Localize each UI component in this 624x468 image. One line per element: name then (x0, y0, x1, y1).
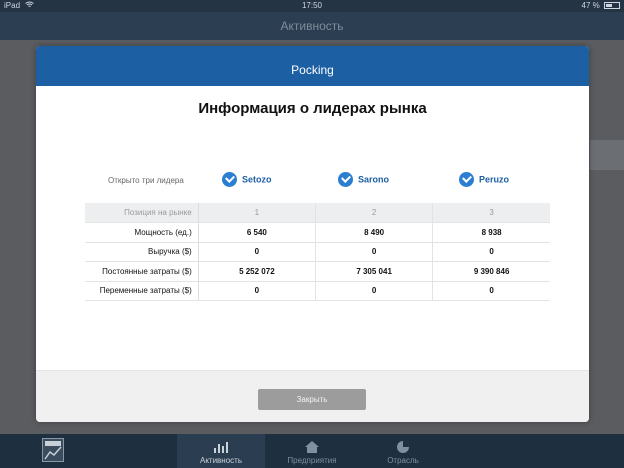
row-label: Постоянные затраты ($) (85, 261, 199, 282)
leader-peruzo: Peruzo (459, 172, 509, 190)
modal-header-title: Pocking (291, 63, 334, 77)
tab-label: Отрасль (387, 456, 419, 465)
table-cell: 0 (432, 281, 550, 301)
modal-footer: Закрыть (36, 370, 589, 422)
table-row: Мощность (ед.) 6 540 8 490 8 938 (85, 222, 550, 243)
check-icon (222, 172, 237, 187)
leader-setozo: Setozo (222, 172, 272, 190)
pie-chart-icon (394, 440, 412, 454)
house-icon (303, 440, 321, 454)
table-cell: 0 (198, 242, 316, 262)
check-icon (459, 172, 474, 187)
position-3: 3 (432, 203, 550, 223)
table-cell: 8 938 (432, 222, 550, 243)
table-row: Выручка ($) 0 0 0 (85, 242, 550, 262)
table-cell: 0 (314, 242, 433, 262)
tab-enterprises[interactable]: Предприятия (268, 434, 356, 468)
table-row: Постоянные затраты ($) 5 252 072 7 305 0… (85, 261, 550, 282)
tab-label: Предприятия (287, 456, 337, 465)
leader-name: Setozo (242, 174, 272, 185)
table-cell: 0 (432, 242, 550, 262)
modal-header: Pocking (36, 46, 589, 86)
battery-percent: 47 % (581, 1, 600, 10)
check-icon (338, 172, 353, 187)
table-cell: 5 252 072 (198, 261, 316, 282)
bar-chart-icon (212, 440, 230, 454)
nav-title: Активность (280, 19, 344, 33)
modal-title: Информация о лидерах рынка (198, 100, 427, 117)
tab-industry[interactable]: Отрасль (359, 434, 447, 468)
table-row: Переменные затраты ($) 0 0 0 (85, 281, 550, 301)
tab-activity[interactable]: Активность (177, 434, 265, 468)
leaders-info-modal: Pocking Информация о лидерах рынка Откры… (36, 46, 589, 422)
table-cell: 6 540 (198, 222, 316, 243)
close-button[interactable]: Закрыть (258, 389, 366, 410)
leader-name: Sarono (358, 174, 390, 185)
app-logo-icon (42, 438, 64, 462)
leaders-row: Открыто три лидера Setozo Sarono Peruzo (36, 171, 589, 191)
row-label: Мощность (ед.) (85, 222, 199, 243)
header-label: Позиция на рынке (85, 203, 199, 223)
background-panel-edge (590, 140, 624, 170)
row-label: Выручка ($) (85, 242, 199, 262)
table-cell: 8 490 (314, 222, 433, 243)
row-label: Переменные затраты ($) (85, 281, 199, 301)
battery-icon (604, 2, 620, 9)
position-1: 1 (198, 203, 316, 223)
tab-label: Активность (199, 456, 242, 465)
position-2: 2 (314, 203, 433, 223)
status-right: 47 % (582, 1, 620, 10)
leaders-table: Позиция на рынке 1 2 3 Мощность (ед.) 6 … (85, 203, 550, 301)
leader-name: Peruzo (479, 174, 510, 185)
table-cell: 7 305 041 (314, 261, 433, 282)
table-header-row: Позиция на рынке 1 2 3 (85, 203, 550, 223)
tab-bar: Активность Предприятия Отрасль (0, 434, 624, 468)
table-cell: 0 (198, 281, 316, 301)
leader-sarono: Sarono (338, 172, 389, 190)
clock: 17:50 (301, 1, 323, 10)
nav-bar: Активность (0, 12, 624, 40)
table-cell: 0 (314, 281, 433, 301)
table-cell: 9 390 846 (432, 261, 550, 282)
leaders-label: Открыто три лидера (108, 176, 184, 185)
status-bar: iPad 17:50 47 % (0, 0, 624, 12)
